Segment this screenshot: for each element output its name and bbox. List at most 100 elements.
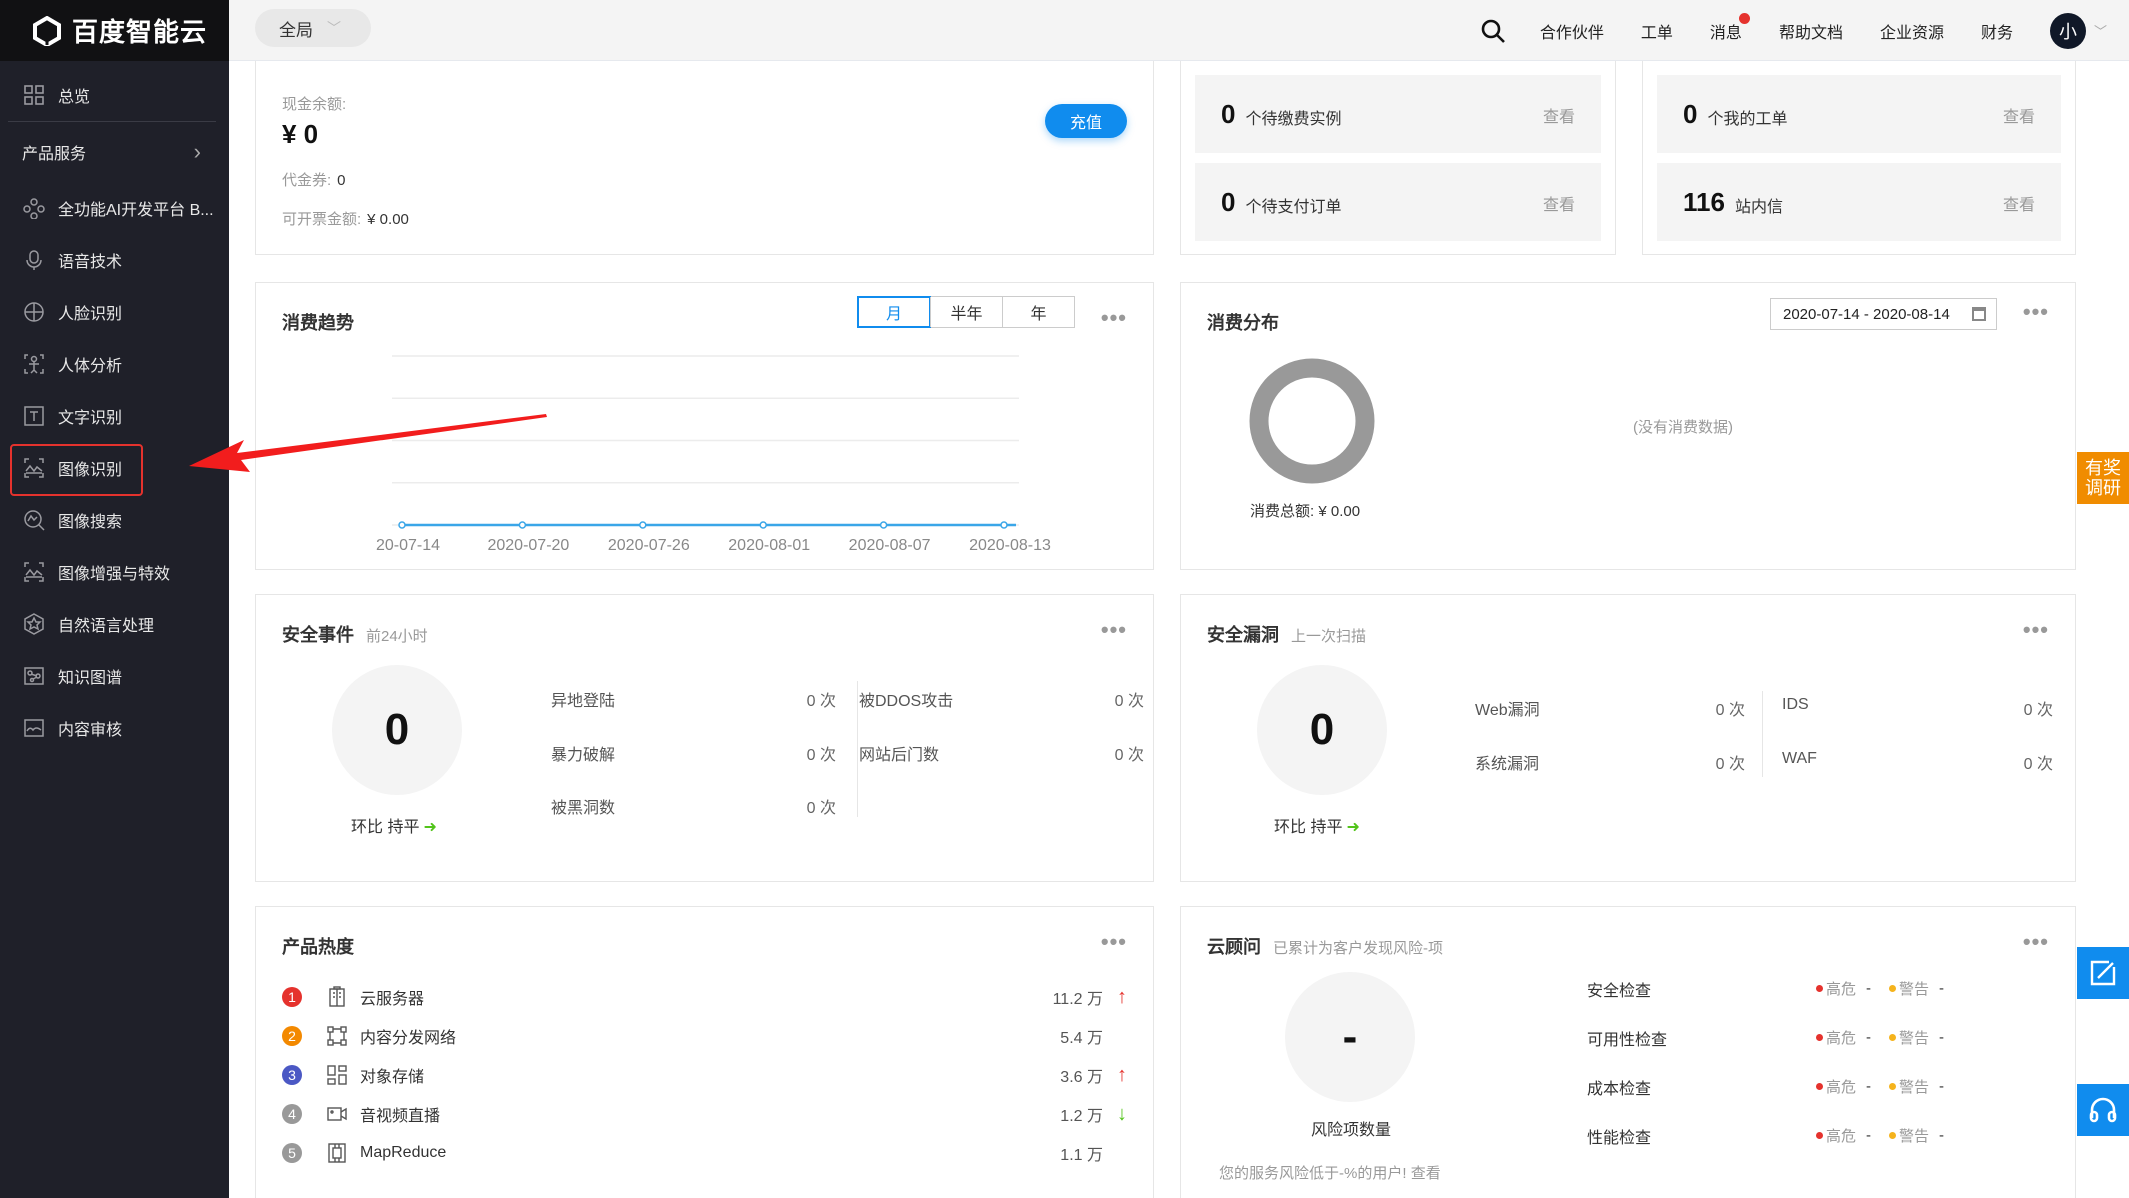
- nav-finance[interactable]: 财务: [1981, 19, 2013, 43]
- nav-enterprise[interactable]: 企业资源: [1880, 19, 1944, 43]
- customer-service-button[interactable]: [2077, 1084, 2129, 1136]
- voucher-value: 0: [337, 172, 346, 189]
- advisor-check-levels: 高危 - 警告 -: [1816, 978, 1944, 999]
- warning-label: 警告: [1899, 1079, 1930, 1096]
- brand-logo[interactable]: 百度智能云: [0, 0, 229, 61]
- pending-orders-count: 0: [1221, 186, 1236, 217]
- distribution-donut: [1249, 358, 1375, 484]
- data-point[interactable]: [1000, 521, 1008, 529]
- arrow-up-icon: ↑: [1117, 1063, 1127, 1086]
- metric-value: 0 次: [806, 747, 836, 764]
- x-tick-label: 2020-08-01: [728, 537, 810, 554]
- server-icon: [329, 986, 345, 1007]
- voucher-label: 代金券:: [282, 172, 332, 189]
- chevron-right-icon: ›: [193, 139, 201, 164]
- nav-help-docs[interactable]: 帮助文档: [1779, 19, 1843, 43]
- data-point[interactable]: [879, 521, 888, 529]
- data-point[interactable]: [398, 521, 406, 529]
- sidebar-item-2[interactable]: 语音技术: [0, 234, 229, 286]
- view-pending-instances-link[interactable]: 查看: [1543, 103, 1575, 127]
- sidebar-item-3[interactable]: 人脸识别: [0, 286, 229, 338]
- feedback-button[interactable]: [2077, 947, 2129, 999]
- sidebar-item-label: 总览: [58, 89, 91, 106]
- survey-button[interactable]: 有奖 调研: [2077, 452, 2129, 504]
- data-point[interactable]: [518, 521, 527, 529]
- sidebar-item-8[interactable]: 图像增强与特效: [0, 546, 229, 598]
- product-rank-row[interactable]: 5 MapReduce 1.1 万: [282, 1138, 1127, 1168]
- advisor-check-levels: 高危 - 警告 -: [1816, 1027, 1944, 1048]
- warning-label: 警告: [1899, 981, 1930, 998]
- view-inbox-link[interactable]: 查看: [2003, 191, 2035, 215]
- nav-messages[interactable]: 消息: [1710, 12, 1750, 43]
- advisor-check-label[interactable]: 可用性检查: [1587, 1026, 1667, 1050]
- rank-badge: 5: [282, 1143, 302, 1163]
- product-value: 11.2 万: [1052, 991, 1103, 1008]
- product-name: 云服务器: [360, 991, 425, 1008]
- card-title: 安全事件 前24小时: [282, 621, 428, 647]
- vulnerabilities-compare: 环比 持平 ➜: [1274, 813, 1360, 837]
- sidebar-item-label: 文字识别: [58, 410, 123, 427]
- sidebar-item-7[interactable]: 图像搜索: [0, 494, 229, 546]
- storage-icon: [327, 1065, 347, 1085]
- my-tickets-label: 个我的工单: [1707, 111, 1788, 128]
- pending-card: 0 个待缴费实例 查看 0 个待支付订单 查看: [1180, 61, 1616, 255]
- product-rank-row[interactable]: 1 云服务器 11.2 万 ↑: [282, 982, 1127, 1012]
- sidebar-item-overview[interactable]: 总览: [0, 69, 229, 121]
- sidebar-item-10[interactable]: 知识图谱: [0, 650, 229, 702]
- high-risk-value: -: [1866, 980, 1872, 997]
- advisor-check-label[interactable]: 成本检查: [1587, 1075, 1651, 1099]
- sidebar-item-11[interactable]: 内容审核: [0, 702, 229, 754]
- region-select[interactable]: 全局 ﹀: [255, 9, 371, 47]
- total-consumption: 消费总额: ¥ 0.00: [1250, 500, 1360, 521]
- arrow-down-icon: ↓: [1117, 1102, 1127, 1125]
- metric-value: 0 次: [2023, 756, 2053, 773]
- product-rank-row[interactable]: 4 音视频直播 1.2 万 ↓: [282, 1099, 1127, 1129]
- sidebar-item-5[interactable]: 文字识别: [0, 390, 229, 442]
- sidebar-item-label: 全功能AI开发平台 B...: [58, 202, 214, 219]
- image-search-icon: [22, 508, 46, 532]
- warning-dot: [1889, 1083, 1897, 1090]
- more-icon[interactable]: •••: [1101, 929, 1127, 955]
- chevron-down-icon[interactable]: ﹀: [2094, 21, 2107, 40]
- sidebar-item-6[interactable]: 图像识别: [0, 442, 229, 496]
- more-icon[interactable]: •••: [2023, 929, 2049, 955]
- sidebar-section-products[interactable]: 产品服务 ›: [0, 122, 229, 182]
- data-point[interactable]: [759, 521, 767, 529]
- data-point[interactable]: [639, 521, 647, 529]
- advisor-check-label[interactable]: 性能检查: [1587, 1124, 1651, 1148]
- date-range-picker[interactable]: 2020-07-14 - 2020-08-14: [1770, 298, 1997, 330]
- inbox-label: 站内信: [1734, 199, 1783, 216]
- view-pending-orders-link[interactable]: 查看: [1543, 191, 1575, 215]
- sidebar-item-9[interactable]: 自然语言处理: [0, 598, 229, 650]
- image-enhance-icon: [22, 560, 46, 584]
- user-avatar[interactable]: 小: [2049, 12, 2086, 49]
- cube-logo-icon: [33, 15, 61, 46]
- survey-label-1: 有奖: [2085, 458, 2121, 478]
- sidebar-item-1[interactable]: 全功能AI开发平台 B...: [0, 182, 229, 234]
- product-rank-row[interactable]: 3 对象存储 3.6 万 ↑: [282, 1060, 1127, 1090]
- sidebar-item-4[interactable]: 人体分析: [0, 338, 229, 390]
- more-icon[interactable]: •••: [2023, 299, 2049, 325]
- warning-value: -: [1939, 1078, 1945, 1095]
- more-icon[interactable]: •••: [1101, 617, 1127, 643]
- total-value: ¥ 0.00: [1318, 503, 1361, 520]
- advisor-view-link[interactable]: 查看: [1411, 1165, 1441, 1182]
- recharge-button[interactable]: 充值: [1045, 104, 1127, 138]
- search-icon[interactable]: [1480, 18, 1506, 44]
- nav-tickets[interactable]: 工单: [1641, 19, 1673, 43]
- view-my-tickets-link[interactable]: 查看: [2003, 103, 2035, 127]
- nav-partners[interactable]: 合作伙伴: [1540, 19, 1604, 43]
- risk-count-label: 风险项数量: [1311, 1122, 1392, 1139]
- trend-line-chart: 20-07-14 2020-07-20 2020-07-26 2020-08-01 20…: [376, 355, 1051, 554]
- product-rank-row[interactable]: 2 内容分发网络 5.4 万: [282, 1021, 1127, 1051]
- more-icon[interactable]: •••: [2023, 617, 2049, 643]
- advisor-check-label[interactable]: 安全检查: [1587, 977, 1651, 1001]
- card-title-text: 安全事件: [282, 625, 354, 645]
- balance-card: 现金余额: ¥ 0 充值 代金券: 0 可开票金额: ¥ 0.00: [255, 61, 1154, 255]
- product-value: 1.1 万: [1060, 1147, 1103, 1164]
- nodes-icon: [22, 196, 46, 220]
- high-risk-value: -: [1866, 1078, 1872, 1095]
- mine-card: 0 个我的工单 查看 116 站内信 查看: [1642, 61, 2076, 255]
- card-subtitle: 已累计为客户发现风险-项: [1273, 940, 1443, 957]
- top-bar: 全局 ﹀ 合作伙伴 工单 消息 帮助文档 企业资源 财务 小 ﹀: [229, 0, 2129, 61]
